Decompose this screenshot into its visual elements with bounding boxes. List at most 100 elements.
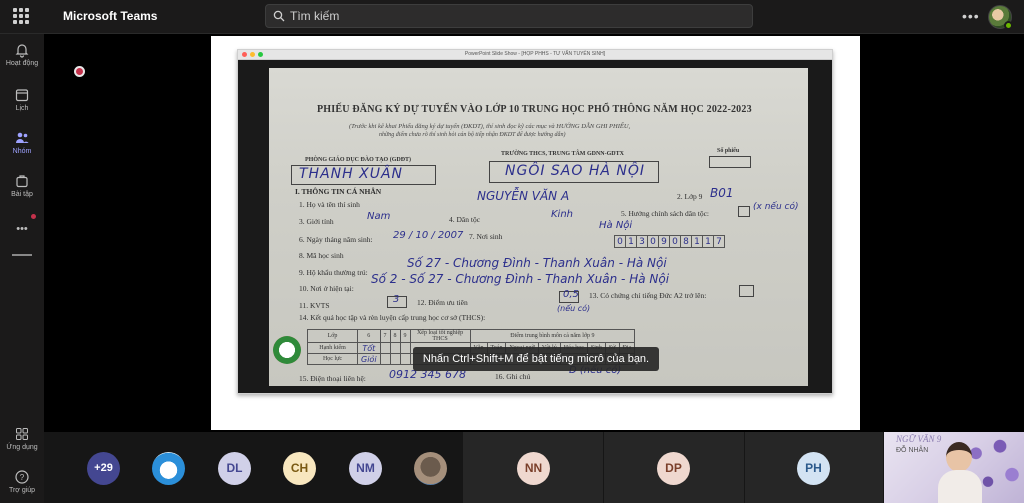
field-birthplace-label: 7. Nơi sinh (469, 232, 503, 241)
field-ethnic-policy-label: 5. Hưởng chính sách dân tộc: (621, 209, 710, 218)
search-box[interactable] (265, 4, 753, 28)
field-fullname-value: NGUYỄN VĂN A (477, 189, 570, 203)
svg-text:?: ? (20, 473, 25, 482)
search-icon (273, 10, 285, 22)
form-number-label: Số phiếu (717, 148, 740, 154)
slideshow-titlebar: PowerPoint Slide Show - [HỌP PHHS - TƯ V… (238, 50, 832, 60)
presenter-head (946, 442, 972, 472)
field-class-label: 2. Lớp 9 (677, 192, 703, 201)
dept-value: THANH XUÂN (299, 166, 403, 182)
notification-dot (31, 214, 36, 219)
school-value: NGÔI SAO HÀ NỘI (505, 163, 646, 179)
form-subtitle-2: những điểm chưa rõ thí sinh hỏi cán bộ t… (379, 132, 566, 138)
table-cell (379, 353, 391, 365)
section-personal-info: I. THÔNG TIN CÁ NHÂN (295, 187, 382, 196)
more-options-button[interactable]: ••• (962, 8, 980, 24)
table-cell (399, 353, 411, 365)
app-title: Microsoft Teams (63, 9, 158, 23)
app-launcher-icon[interactable] (13, 8, 29, 24)
field-current-address-label: 10. Nơi ở hiện tại: (299, 284, 354, 293)
presenter-body (938, 470, 982, 503)
unmute-hint-toast: Nhấn Ctrl+Shift+M để bật tiếng micrô của… (413, 347, 659, 371)
participant-avatar[interactable]: NN (517, 452, 550, 485)
top-bar: Microsoft Teams ••• (0, 0, 1024, 34)
participant-avatar[interactable]: NM (349, 452, 382, 485)
table-header: Điểm trung bình môn cả năm lớp 9 (469, 329, 636, 343)
more-icon: ••• (16, 223, 28, 235)
participant-avatar[interactable]: DP (657, 452, 690, 485)
bell-icon (15, 44, 29, 58)
field-dob-value: 29 / 10 / 2007 (393, 230, 464, 241)
rail-item-apps[interactable]: Ứng dụng (0, 426, 44, 451)
table-header: 7 (379, 329, 391, 343)
student-id-boxes: 0 1 3 0 9 0 8 1 1 7 (614, 235, 725, 248)
calendar-icon (15, 89, 29, 102)
ethnic-policy-checkbox (738, 206, 750, 217)
field-phone-label: 15. Điện thoại liên hệ: (299, 374, 366, 383)
rail-divider (12, 254, 32, 256)
table-cell: Hạnh kiểm (307, 342, 358, 354)
field-bonus-note: (nếu có) (557, 304, 591, 313)
rail-item-teams[interactable]: Nhóm (0, 130, 44, 155)
rail-item-label: Hoạt động (5, 60, 39, 67)
profile-avatar[interactable] (988, 5, 1013, 30)
presence-available-icon (1004, 21, 1013, 30)
table-header: 6 (357, 329, 381, 343)
table-cell (399, 342, 411, 354)
field-notes-label: 16. Ghi chú (495, 372, 531, 381)
form-number-box (709, 156, 751, 168)
table-cell (389, 353, 401, 365)
rail-item-label: Lịch (15, 105, 29, 112)
field-ethnicity-value: Kinh (551, 209, 574, 220)
field-gender-value: Nam (367, 211, 391, 222)
participant-avatar[interactable]: DL (218, 452, 251, 485)
field-birthplace-value: Hà Nội (599, 220, 633, 231)
form-title: PHIẾU ĐĂNG KÝ DỰ TUYỂN VÀO LỚP 10 TRUNG … (317, 104, 752, 115)
field-student-id-label: 8. Mã học sinh (299, 251, 344, 260)
field-ethnicity-label: 4. Dân tộc (449, 215, 481, 224)
rail-item-assignments[interactable]: Bài tập (0, 173, 44, 198)
rail-item-label: Bài tập (11, 191, 33, 198)
school-logo (273, 336, 301, 364)
recording-indicator-icon (74, 66, 85, 77)
table-header: 9 (399, 329, 411, 343)
presenter-video[interactable]: NGỮ VĂN 9 ĐỖ NHÂN (884, 432, 1024, 503)
teams-icon (16, 132, 29, 143)
rail-item-label: Nhóm (12, 148, 32, 155)
rail-item-calendar[interactable]: Lịch (0, 87, 44, 112)
participant-avatar[interactable]: PH (797, 452, 830, 485)
rail-item-help[interactable]: ? Trợ giúp (0, 469, 44, 494)
rail-item-activity[interactable]: Hoạt động (0, 42, 44, 67)
field-fullname-label: 1. Họ và tên thí sinh (299, 200, 360, 209)
field-area-label: 11. KVTS (299, 301, 330, 310)
rail-item-label: Trợ giúp (8, 487, 36, 494)
video-caption: NGỮ VĂN 9 (896, 434, 942, 444)
table-cell: Giỏi (357, 353, 381, 365)
field-ethnic-policy-note: (x nếu có) (753, 202, 799, 212)
table-header: Xếp loại tốt nghiệp THCS (409, 329, 471, 343)
table-row: Lớp 6 7 8 9 Xếp loại tốt nghiệp THCS Điể… (307, 329, 636, 343)
german-cert-checkbox (739, 285, 754, 297)
school-label: TRƯỜNG THCS, TRUNG TÂM GDNN-GDTX (501, 151, 624, 157)
help-icon: ? (15, 470, 29, 484)
dept-label: PHÒNG GIÁO DỤC ĐÀO TẠO (GDĐT) (305, 157, 412, 163)
field-area-value: 3 (393, 294, 400, 305)
field-permanent-address-value: Số 27 - Chương Đình - Thanh Xuân - Hà Nộ… (407, 256, 667, 270)
participant-avatar[interactable]: CH (283, 452, 316, 485)
slideshow-title: PowerPoint Slide Show - [HỌP PHHS - TƯ V… (464, 51, 606, 57)
field-permanent-address-label: 9. Hộ khẩu thường trú: (299, 268, 368, 277)
search-input[interactable] (290, 7, 730, 25)
field-gender-label: 3. Giới tính (299, 217, 334, 226)
table-header: 8 (389, 329, 401, 343)
table-cell (389, 342, 401, 354)
video-caption: ĐỖ NHÂN (896, 447, 929, 454)
rail-item-more[interactable]: ••• (0, 223, 44, 235)
table-header: Lớp (307, 329, 358, 343)
participant-avatar[interactable] (152, 452, 185, 485)
participant-avatar[interactable] (414, 452, 447, 485)
table-cell: Học lực (307, 353, 358, 365)
field-current-address-value: Số 2 - Số 27 - Chương Đình - Thanh Xuân … (371, 272, 670, 286)
form-subtitle: (Trước khi kê khai Phiếu đăng ký dự tuyể… (349, 123, 631, 130)
more-participants-button[interactable]: +29 (87, 452, 120, 485)
field-class-value: B01 (710, 186, 734, 200)
